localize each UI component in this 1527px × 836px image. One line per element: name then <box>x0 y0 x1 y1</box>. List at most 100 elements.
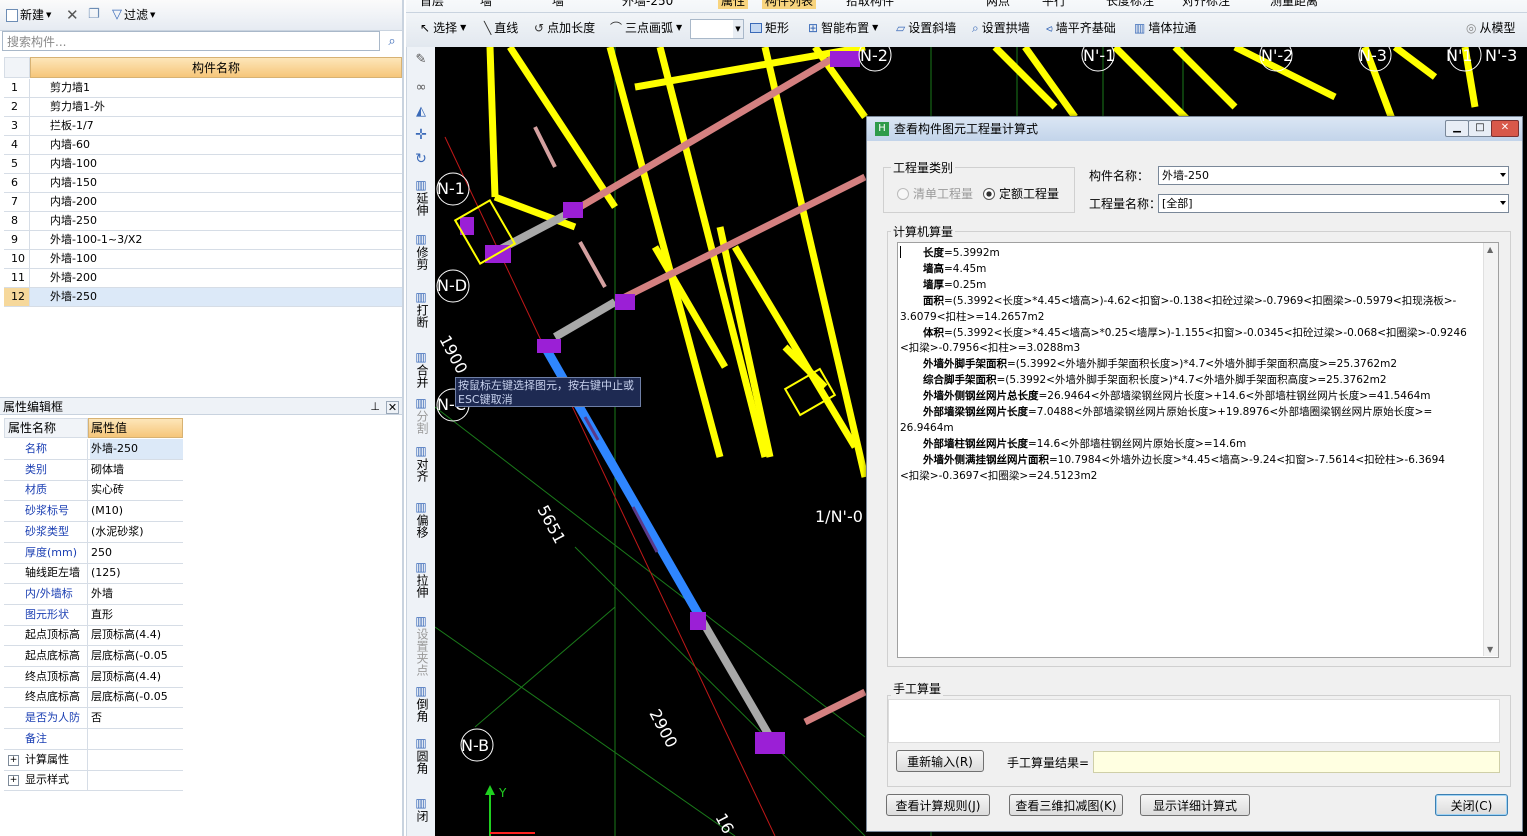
property-row[interactable]: 砂浆标号 (M10) <box>4 501 183 523</box>
wall-flush-foundation-tool[interactable]: ⪦ 墙平齐基础 <box>1046 19 1116 37</box>
property-value[interactable]: 外墙 <box>90 584 183 604</box>
two-point-button[interactable]: 两点 <box>986 0 1010 9</box>
close-button[interactable]: 关闭(C) <box>1435 794 1508 816</box>
property-row[interactable]: 类别 砌体墙 <box>4 459 183 481</box>
property-value[interactable]: 层顶标高(4.4) <box>90 667 183 687</box>
property-button[interactable]: 属性 <box>718 0 749 9</box>
align-tool[interactable]: ▥ 对齐 <box>407 445 435 483</box>
point-length-tool[interactable]: ↺ 点加长度 <box>534 19 595 37</box>
arc-param-select[interactable]: ▼ <box>690 19 744 39</box>
property-row[interactable]: 显示样式 + <box>4 770 183 792</box>
floor-select[interactable]: 首层 <box>420 0 444 9</box>
scroll-up-icon[interactable]: ▲ <box>1487 245 1493 254</box>
expand-icon[interactable]: + <box>8 775 19 787</box>
table-row[interactable]: 5 内墙-100 <box>4 155 402 174</box>
component-list-button[interactable]: 构件列表 <box>762 0 817 9</box>
table-row[interactable]: 9 外墙-100-1~3/X2 <box>4 231 402 250</box>
expand-icon[interactable]: + <box>8 754 19 766</box>
table-row[interactable]: 12 外墙-250 <box>4 288 402 307</box>
show-detail-button[interactable]: 显示详细计算式 <box>1140 794 1250 816</box>
property-row[interactable]: 厚度(mm) 250 <box>4 542 183 564</box>
smart-layout-tool[interactable]: ⊞ 智能布置 ▼ <box>808 19 878 37</box>
rect-tool[interactable]: 矩形 <box>750 19 789 37</box>
property-row[interactable]: 终点顶标高 层顶标高(4.4) <box>4 666 183 688</box>
pick-component-button[interactable]: 拾取构件 <box>846 0 894 9</box>
view-3d-button[interactable]: 查看三维扣减图(K) <box>1009 794 1123 816</box>
table-row[interactable]: 2 剪力墙1-外 <box>4 98 402 117</box>
table-row[interactable]: 6 内墙-150 <box>4 174 402 193</box>
manual-calc-input[interactable] <box>888 699 1500 743</box>
table-row[interactable]: 7 内墙-200 <box>4 193 402 212</box>
property-row[interactable]: 终点底标高 层底标高(-0.05 <box>4 687 183 709</box>
select-tool[interactable]: ↖ 选择 ▼ <box>420 19 466 37</box>
set-slope-wall-tool[interactable]: ▱ 设置斜墙 <box>896 19 956 37</box>
link-icon[interactable]: ∞ <box>407 81 435 94</box>
scroll-down-icon[interactable]: ▼ <box>1487 645 1493 654</box>
property-row[interactable]: 材质 实心砖 <box>4 480 183 502</box>
property-value[interactable]: 层底标高(-0.05 <box>90 646 183 666</box>
view-rules-button[interactable]: 查看计算规则(J) <box>886 794 990 816</box>
offset-tool[interactable]: ▥ 偏移 <box>407 501 435 539</box>
maximize-icon[interactable]: □ <box>1468 120 1492 137</box>
set-arch-wall-tool[interactable]: ⌕ 设置拱墙 <box>972 19 1030 37</box>
extend-tool[interactable]: ▥ 延伸 <box>407 179 435 217</box>
table-row[interactable]: 4 内墙-60 <box>4 136 402 155</box>
vertical-scrollbar[interactable]: ▲ ▼ <box>1483 243 1498 656</box>
table-row[interactable]: 10 外墙-100 <box>4 250 402 269</box>
reinput-button[interactable]: 重新输入(R) <box>896 750 984 772</box>
measure-distance-button[interactable]: 测量距离 <box>1270 0 1318 9</box>
split-tool[interactable]: ▥ 分割 <box>407 397 435 435</box>
property-value[interactable]: 否 <box>90 708 183 728</box>
stretch-tool[interactable]: ▥ 拉伸 <box>407 561 435 599</box>
manual-result-field[interactable] <box>1093 751 1500 773</box>
search-button[interactable]: ⌕ <box>382 31 402 51</box>
merge-tool[interactable]: ▥ 合并 <box>407 351 435 389</box>
close-icon[interactable]: ✕ <box>386 401 399 414</box>
property-row[interactable]: 是否为人防否 <box>4 708 183 730</box>
table-row[interactable]: 8 内墙-250 <box>4 212 402 231</box>
property-row[interactable]: 备注 <box>4 728 183 750</box>
fillet-tool[interactable]: ▥ 圆角 <box>407 737 435 775</box>
property-row[interactable]: 轴线距左墙 (125) <box>4 563 183 585</box>
column-header-name[interactable]: 构件名称 <box>30 57 402 78</box>
property-value[interactable]: 层底标高(-0.05 <box>90 687 183 707</box>
property-value[interactable]: (水泥砂浆) <box>90 522 183 542</box>
pin-icon[interactable]: ⊥ <box>370 398 380 416</box>
property-value[interactable]: (M10) <box>90 501 183 521</box>
table-row[interactable]: 1 剪力墙1 <box>4 79 402 98</box>
close-icon[interactable]: ✕ <box>1491 120 1519 137</box>
property-row[interactable]: 名称 外墙-250 <box>4 439 183 460</box>
wall-stretch-tool[interactable]: ▥ 墙体拉通 <box>1134 19 1196 37</box>
property-row[interactable]: 图元形状 直形 <box>4 604 183 626</box>
minimize-icon[interactable]: ▁ <box>1445 120 1469 137</box>
property-row[interactable]: 起点顶标高 层顶标高(4.4) <box>4 625 183 647</box>
copy-button[interactable]: ❐ <box>88 6 100 24</box>
property-value[interactable]: 实心砖 <box>90 480 183 500</box>
close-tool[interactable]: ▥ 闭 <box>407 797 435 823</box>
type-select-1[interactable]: 墙 <box>480 0 492 9</box>
trim-tool[interactable]: ▥ 修剪 <box>407 233 435 271</box>
property-row[interactable]: 起点底标高 层底标高(-0.05 <box>4 646 183 667</box>
property-row[interactable]: 计算属性 + <box>4 749 183 771</box>
table-row[interactable]: 3 拦板-1/7 <box>4 117 402 136</box>
align-dim-button[interactable]: 对齐标注 <box>1182 0 1230 9</box>
property-value[interactable]: 层顶标高(4.4) <box>90 625 183 645</box>
property-row[interactable]: 内/外墙标 外墙 <box>4 583 183 605</box>
set-grip-tool[interactable]: ▥ 设置夹点 <box>407 615 435 677</box>
chamfer-tool[interactable]: ▥ 倒角 <box>407 685 435 723</box>
filter-button[interactable]: ▽ 过滤 ▼ <box>112 6 155 24</box>
brush-icon[interactable]: ✎ <box>407 53 435 66</box>
property-value[interactable]: 250 <box>90 543 183 563</box>
radio-quota-qty[interactable]: 定额工程量 <box>983 185 1059 202</box>
arc-tool[interactable]: ⌒ 三点画弧 ▼ <box>610 19 682 37</box>
line-tool[interactable]: ╲ 直线 <box>484 19 518 37</box>
property-value[interactable]: 直形 <box>90 605 183 625</box>
new-button[interactable]: 新建 ▼ <box>6 6 51 24</box>
property-value[interactable]: (125) <box>90 563 183 583</box>
calc-formula-text[interactable]: 长度=5.3992m 墙高=4.45m 墙厚=0.25m 面积=(5.3992<长度>… <box>897 242 1499 658</box>
length-dim-button[interactable]: 长度标注 <box>1106 0 1154 9</box>
table-row[interactable]: 11 外墙-200 <box>4 269 402 288</box>
from-model-tool[interactable]: ◎ 从模型 <box>1466 19 1516 37</box>
comp-name-select[interactable]: 外墙-250 <box>1158 166 1509 185</box>
delete-button[interactable]: ✕ <box>66 6 79 24</box>
